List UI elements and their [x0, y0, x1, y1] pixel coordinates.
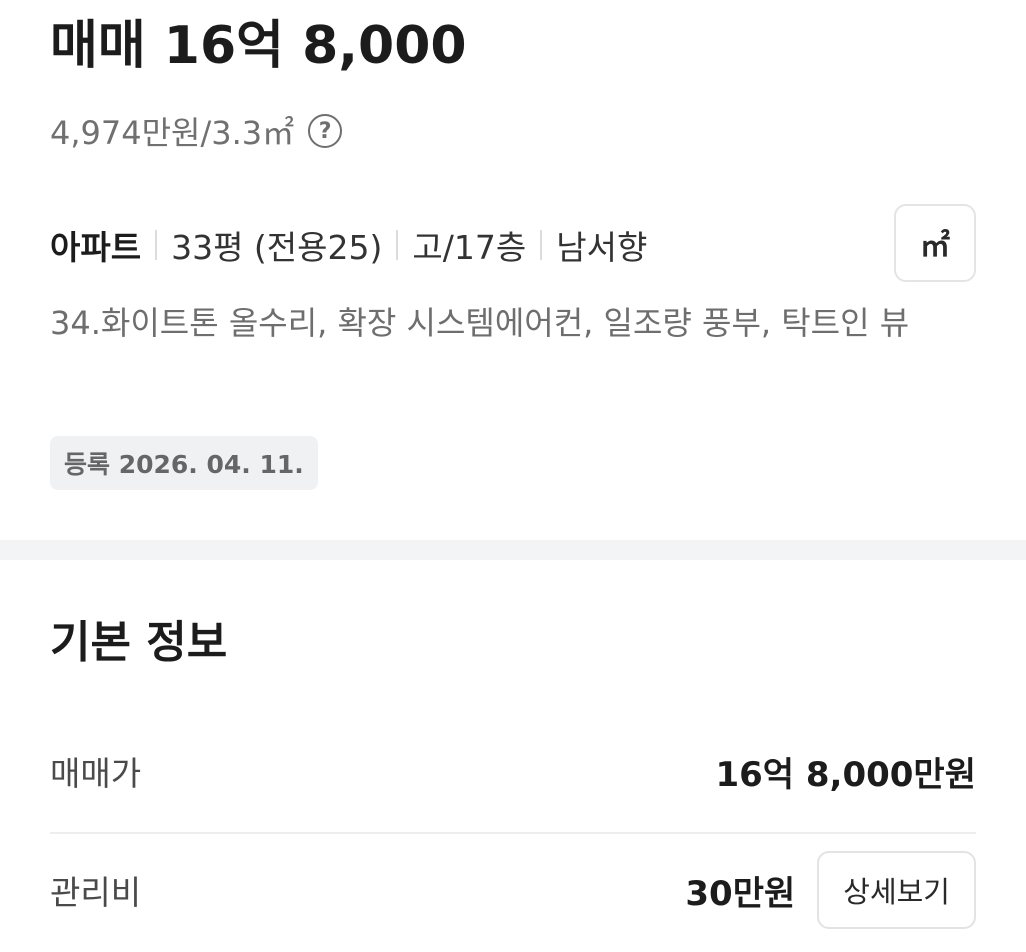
maintenance-detail-button[interactable]: 상세보기 [817, 851, 976, 929]
property-type: 아파트 [50, 228, 142, 267]
maintenance-fee-label: 관리비 [50, 873, 142, 912]
maintenance-fee-row: 관리비 30만원 상세보기 [50, 851, 976, 929]
property-size: 33평 (전용25) [171, 228, 383, 267]
spec-separator [155, 230, 158, 260]
help-icon[interactable]: ? [308, 114, 343, 148]
price-title: 매매 16억 8,000 [50, 16, 467, 76]
maintenance-fee-value: 30만원 [685, 873, 796, 914]
property-direction: 남서향 [556, 228, 648, 267]
basic-info-title: 기본 정보 [50, 617, 228, 668]
sale-price-label: 매매가 [50, 754, 142, 793]
spec-row: 아파트 33평 (전용25) 고/17층 남서향 [50, 218, 647, 272]
section-divider [0, 540, 1026, 560]
row-divider [50, 832, 976, 834]
spec-separator [540, 230, 543, 260]
listing-detail-page: 매매 16억 8,000 4,974만원/3.3㎡ ? 아파트 33평 (전용2… [0, 0, 1026, 952]
maintenance-fee-group: 30만원 상세보기 [685, 851, 976, 929]
unit-price: 4,974만원/3.3㎡ [50, 114, 295, 152]
registration-date-badge: 등록 2026. 04. 11. [50, 436, 318, 490]
spec-separator [396, 230, 399, 260]
area-unit-toggle-button[interactable]: ㎡ [894, 204, 976, 282]
listing-description: 34.화이트톤 올수리, 확장 시스템에어컨, 일조량 풍부, 탁트인 뷰 [50, 304, 910, 342]
unit-price-row: 4,974만원/3.3㎡ ? [50, 106, 343, 156]
property-floor: 고/17층 [412, 228, 527, 267]
sale-price-row: 매매가 16억 8,000만원 [50, 736, 976, 806]
sale-price-value: 16억 8,000만원 [715, 754, 976, 795]
